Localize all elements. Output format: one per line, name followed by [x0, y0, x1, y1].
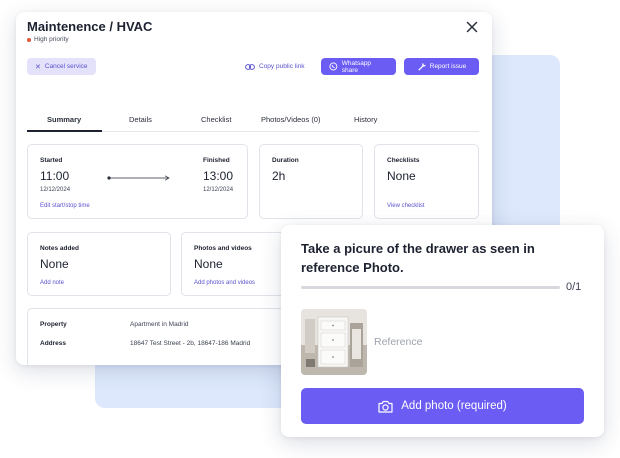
tab-photos-videos[interactable]: Photos/Videos (0) [261, 115, 320, 124]
task-instruction: Take a picure of the drawer as seen in r… [301, 241, 535, 275]
report-issue-label: Report issue [429, 63, 467, 70]
camera-icon [378, 400, 393, 413]
finished-time: 13:00 [203, 169, 234, 183]
wrench-icon [418, 62, 426, 71]
copy-public-link-button[interactable]: Copy public link [245, 58, 305, 75]
cancel-service-label: Cancel service [44, 63, 88, 70]
add-photo-button[interactable]: Add photo (required) [301, 388, 584, 424]
address-value: 18647 Test Street - 2b, 18647-186 Madrid [130, 340, 251, 347]
checklists-value: None [387, 169, 416, 183]
tab-details[interactable]: Details [129, 115, 152, 124]
property-value: Apartment in Madrid [130, 321, 189, 328]
photos-label: Photos and videos [194, 245, 252, 252]
tab-bar: Summary Details Checklist Photos/Videos … [27, 108, 479, 132]
duration-value: 2h [272, 169, 286, 183]
arrow-right-icon [107, 175, 170, 181]
report-issue-button[interactable]: Report issue [404, 58, 479, 75]
edit-time-link[interactable]: Edit start/stop time [40, 203, 90, 209]
add-note-link[interactable]: Add note [40, 280, 64, 286]
notes-value: None [40, 257, 69, 271]
started-date: 12/12/2024 [40, 187, 71, 193]
priority-dot-icon [27, 37, 31, 42]
notes-box: Notes added None Add note [27, 232, 171, 296]
drawer-image [301, 309, 367, 375]
notes-label: Notes added [40, 245, 80, 252]
add-photos-link[interactable]: Add photos and videos [194, 280, 255, 286]
copy-link-label: Copy public link [259, 63, 305, 70]
tab-checklist[interactable]: Checklist [201, 115, 231, 124]
reference-photo[interactable] [301, 309, 367, 375]
priority-badge: High priority [27, 36, 69, 43]
add-photo-label: Add photo (required) [401, 400, 507, 412]
whatsapp-icon [329, 62, 338, 71]
task-progress-bar [301, 286, 560, 289]
whatsapp-share-label: Whatsapp share [341, 59, 372, 74]
started-label: Started [40, 157, 63, 164]
timing-box: Started 11:00 12/12/2024 Finished 13:00 … [27, 144, 248, 219]
photo-task-card: Take a picure of the drawer as seen in r… [281, 225, 604, 437]
reference-label: Reference [374, 336, 423, 348]
link-icon [245, 63, 255, 70]
duration-box: Duration 2h [259, 144, 363, 219]
cancel-service-button[interactable]: ✕ Cancel service [27, 58, 96, 75]
checklists-label: Checklists [387, 157, 420, 164]
view-checklist-link[interactable]: View checklist [387, 203, 425, 209]
photos-value: None [194, 257, 223, 271]
page-title: Maintenence / HVAC [27, 19, 153, 34]
property-label: Property [40, 321, 67, 328]
checklists-box: Checklists None View checklist [374, 144, 479, 219]
x-icon: ✕ [35, 63, 41, 71]
whatsapp-share-button[interactable]: Whatsapp share [321, 58, 396, 75]
priority-label: High priority [34, 36, 69, 43]
tab-history[interactable]: History [354, 115, 377, 124]
finished-label: Finished [203, 157, 230, 164]
finished-date: 12/12/2024 [203, 187, 234, 193]
close-icon[interactable] [466, 21, 478, 33]
started-time: 11:00 [40, 169, 70, 183]
address-label: Address [40, 340, 67, 347]
task-progress-text: 0/1 [566, 281, 582, 293]
active-tab-indicator [27, 130, 102, 132]
duration-label: Duration [272, 157, 299, 164]
tab-summary[interactable]: Summary [47, 115, 81, 124]
